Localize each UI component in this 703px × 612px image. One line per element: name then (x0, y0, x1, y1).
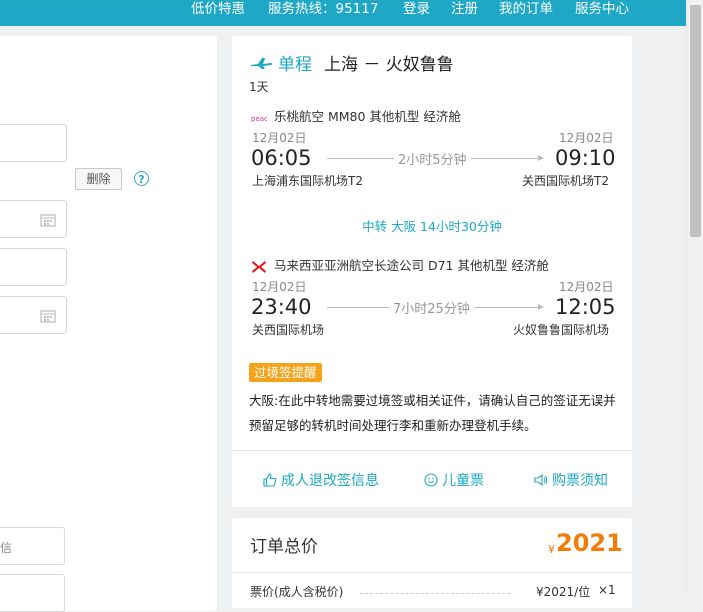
segment-2-duration: 7小时25分钟 (389, 298, 474, 317)
airasia-x-logo (252, 260, 266, 273)
segment-2-arr-date: 12月02日 (559, 280, 614, 294)
thumb-up-icon (263, 473, 277, 487)
calendar-icon (40, 310, 56, 323)
visa-reminder-badge: 过境签提醒 (249, 363, 322, 382)
nav-register[interactable]: 注册 (451, 0, 478, 17)
order-total-amount: 2021 (556, 529, 623, 557)
page-scrollbar[interactable] (686, 0, 703, 595)
segment-2-arr-airport: 火奴鲁鲁国际机场 (513, 323, 610, 337)
fare-label: 票价(成人含税价) (250, 585, 344, 599)
refund-policy-link[interactable]: 成人退改签信息 (263, 470, 379, 490)
segment-1-dep-date: 12月02日 (252, 131, 307, 145)
top-nav-bar: 低价特惠 服务热线：95117 登录 注册 我的订单 服务中心 (0, 0, 703, 26)
delete-passenger-button[interactable]: 删除 (75, 168, 122, 190)
child-ticket-label: 儿童票 (442, 473, 484, 489)
calendar-icon (40, 214, 56, 227)
order-total-label: 订单总价 (250, 537, 318, 557)
trip-type: 单程 (278, 55, 312, 75)
segment-2-dep-date: 12月02日 (252, 280, 307, 294)
help-icon[interactable]: ? (134, 171, 149, 186)
segment-1-airline: peach 乐桃航空 MM80 其他机型 经济舱 (251, 106, 461, 125)
segment-1-arr-airport: 关西国际机场T2 (522, 174, 609, 188)
segment-1-arr-date: 12月02日 (559, 131, 614, 145)
expiry-date-field[interactable] (0, 296, 67, 334)
smiley-icon (424, 473, 438, 487)
nav-service-center[interactable]: 服务中心 (575, 0, 629, 17)
svg-text:peach: peach (251, 115, 267, 122)
currency-symbol: ¥ (548, 543, 555, 556)
visa-reminder-text: 大阪:在此中转地需要过境签或相关证件，请确认自己的签证无误并预留足够的转机时间处… (249, 393, 616, 433)
segment-1-duration: 2小时5分钟 (394, 149, 471, 168)
passenger-form-panel: 删除 ? 信 (0, 36, 217, 612)
nav-hotline: 服务热线：95117 (268, 1, 379, 17)
segment-2-dep-airport: 关西国际机场 (252, 323, 325, 337)
plane-icon (251, 58, 273, 69)
scrollbar-thumb[interactable] (690, 5, 701, 237)
segment-1-arr-time: 09:10 (555, 146, 616, 170)
total-duration: 1天 (249, 80, 269, 94)
speaker-icon (534, 473, 548, 487)
passenger-name-field[interactable] (0, 124, 67, 162)
segment-2-airline-text: 马来西亚亚洲航空长途公司 D71 其他机型 经济舱 (273, 258, 549, 273)
nav-my-orders[interactable]: 我的订单 (499, 0, 553, 17)
arrow-right-icon (538, 304, 544, 310)
peach-airline-logo: peach (251, 115, 267, 122)
segment-1-airline-text: 乐桃航空 MM80 其他机型 经济舱 (273, 109, 461, 124)
arrow-right-icon (538, 155, 544, 161)
contact-hint: 信 (0, 541, 13, 555)
booking-notice-label: 购票须知 (552, 473, 608, 489)
transfer-info: 中转 大阪 14小时30分钟 (362, 219, 502, 234)
segment-2-dep-time: 23:40 (251, 295, 312, 319)
segment-2-airline: 马来西亚亚洲航空长途公司 D71 其他机型 经济舱 (251, 255, 549, 274)
nav-login[interactable]: 登录 (403, 0, 430, 17)
birth-date-field[interactable] (0, 200, 67, 238)
dotted-leader (360, 593, 510, 594)
flight-detail-card: 单程 上海 － 火奴鲁鲁 1天 peach 乐桃航空 MM80 其他机型 经济舱… (232, 36, 632, 507)
divider (232, 572, 632, 573)
route-title: 上海 － 火奴鲁鲁 (324, 55, 454, 75)
fare-value: ¥2021/位 (536, 585, 591, 599)
booking-notice-link[interactable]: 购票须知 (534, 470, 608, 490)
segment-1-dep-time: 06:05 (251, 146, 312, 170)
child-ticket-link[interactable]: 儿童票 (424, 470, 484, 490)
divider (232, 450, 632, 451)
nav-deals[interactable]: 低价特惠 (191, 0, 245, 17)
id-number-field[interactable] (0, 248, 67, 286)
segment-2-arr-time: 12:05 (555, 295, 616, 319)
segment-1-dep-airport: 上海浦东国际机场T2 (252, 174, 363, 188)
contact-phone-field[interactable] (0, 574, 65, 612)
refund-policy-label: 成人退改签信息 (281, 473, 379, 489)
